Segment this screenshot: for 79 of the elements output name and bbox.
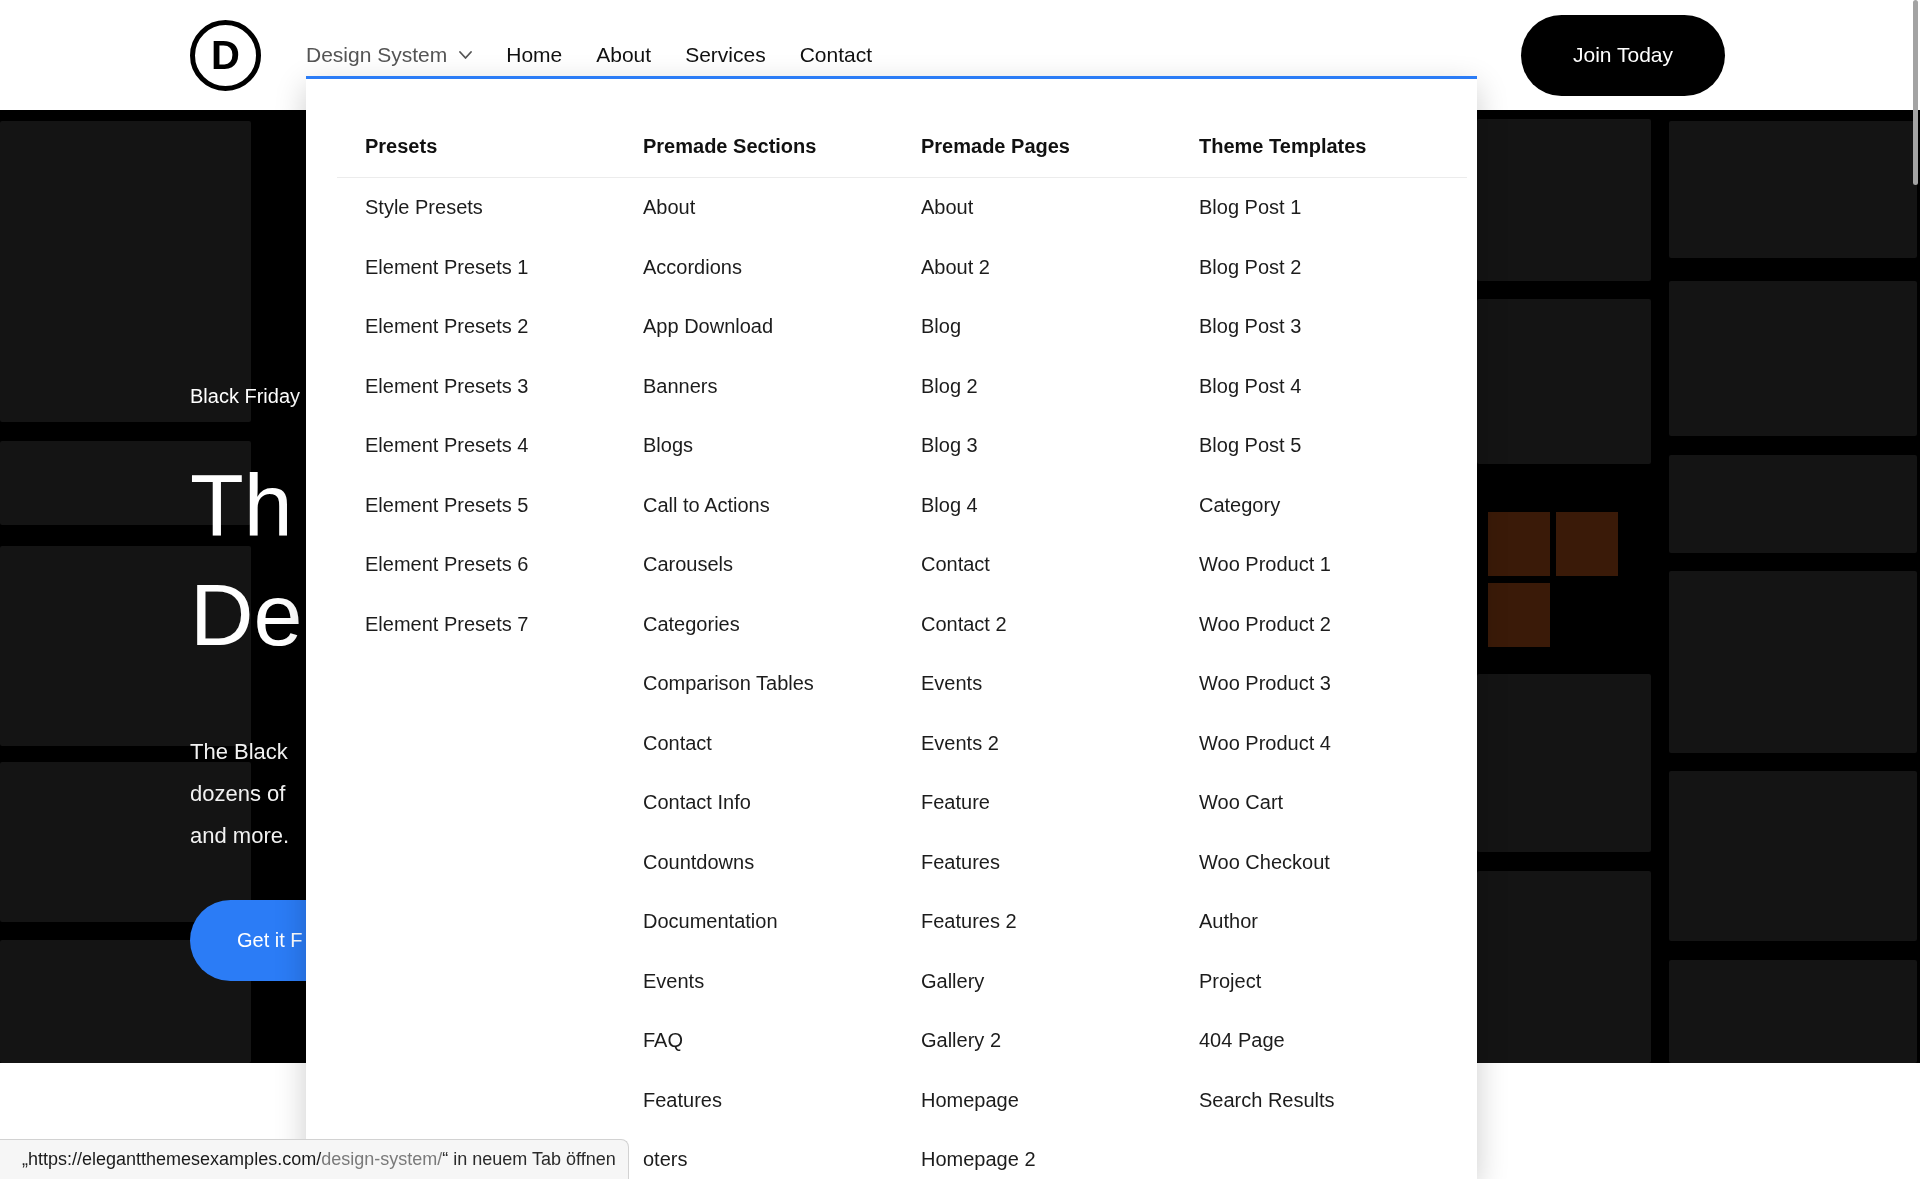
menu-item[interactable]: Accordions [643,254,742,279]
menu-item[interactable]: Events [643,968,705,993]
menu-item[interactable]: Element Presets 1 [365,254,529,279]
menu-item[interactable]: oters [643,1147,688,1171]
chevron-down-icon [459,51,473,59]
menu-item[interactable]: App Download [643,314,774,338]
preview-tile [1556,512,1618,576]
menu-item[interactable]: Blog Post 3 [1199,314,1302,338]
menu-item[interactable]: FAQ [643,1028,683,1052]
nav-link[interactable]: Contact [799,43,873,67]
menu-heading: Premade Pages [921,134,1070,158]
menu-item[interactable]: Features [643,1087,722,1112]
menu-item[interactable]: Documentation [643,909,778,933]
menu-item[interactable]: Features 2 [921,909,1017,933]
menu-item[interactable]: Features [921,849,1000,874]
menu-item[interactable]: Woo Product 1 [1199,552,1331,576]
menu-item[interactable]: About 2 [921,254,990,279]
cta-button[interactable]: Get it F [190,900,306,981]
menu-item[interactable]: Element Presets 5 [365,492,529,517]
tooltip-text: „https://elegantthemesexamples.com/design-system/“ in neuem Tab öffnen [22,1149,616,1170]
menu-item[interactable]: Carousels [643,552,734,576]
menu-item[interactable]: Contact [921,552,990,576]
menu-item[interactable]: Events [921,671,983,695]
menu-item[interactable]: About [921,195,974,219]
menu-item[interactable]: Woo Cart [1199,790,1284,814]
menu-item[interactable]: 404 Page [1199,1028,1285,1052]
menu-heading: Theme Templates [1199,134,1367,158]
menu-item[interactable]: Countdowns [643,849,755,874]
menu-item[interactable]: Element Presets 6 [365,552,529,576]
menu-item[interactable]: Banners [643,373,718,398]
menu-heading: Presets [365,134,438,158]
menu-item[interactable]: Element Presets 7 [365,611,529,636]
menu-item[interactable]: Blog 4 [921,492,978,517]
menu-item[interactable]: Homepage [921,1087,1019,1112]
menu-item[interactable]: Comparison Tables [643,671,814,695]
menu-item[interactable]: Blog Post 4 [1199,373,1302,398]
menu-item[interactable]: Element Presets 3 [365,373,529,398]
menu-item[interactable]: Blog [921,314,962,338]
menu-item[interactable]: Blog Post 2 [1199,254,1302,279]
menu-item[interactable]: Call to Actions [643,492,770,517]
menu-item[interactable]: Element Presets 4 [365,433,529,457]
menu-item[interactable]: Search Results [1199,1087,1335,1112]
menu-item[interactable]: Woo Product 4 [1199,730,1331,755]
nav-dropdown[interactable]: Design System [306,43,473,67]
scrollbar-thumb[interactable] [1913,0,1918,185]
nav-link[interactable]: Home [506,43,563,67]
menu-item[interactable]: Element Presets 2 [365,314,529,338]
menu-heading: Premade Sections [643,134,817,158]
menu-item[interactable]: About [643,195,696,219]
preview-tile [1488,512,1550,576]
logo: D [190,19,261,91]
menu-item[interactable]: Category [1199,492,1281,517]
menu-item[interactable]: Blog 3 [921,433,978,457]
menu-item[interactable]: Blog 2 [921,373,978,398]
menu-item[interactable]: Blog Post 1 [1199,195,1302,219]
menu-item[interactable]: Woo Product 3 [1199,671,1331,695]
menu-item[interactable]: Woo Product 2 [1199,611,1331,636]
nav-link[interactable]: Services [685,43,766,67]
menu-item[interactable]: Events 2 [921,730,999,755]
hero-title: Th De [190,454,303,666]
menu-item[interactable]: Woo Checkout [1199,849,1330,874]
menu-item[interactable]: Project [1199,968,1262,993]
menu-item[interactable]: Contact 2 [921,611,1007,636]
menu-item[interactable]: Contact [643,730,712,755]
menu-item[interactable]: Style Presets [365,195,483,219]
promo-label: Black Friday [190,384,301,409]
menu-item[interactable]: Categories [643,611,740,636]
hero-description: The Black dozens of and more. [190,738,290,850]
menu-item[interactable]: Gallery [921,968,985,993]
menu-item[interactable]: Contact Info [643,790,751,814]
menu-item[interactable]: Feature [921,790,990,814]
menu-item[interactable]: Blogs [643,433,694,457]
menu-item[interactable]: Homepage 2 [921,1147,1036,1171]
nav-link[interactable]: About [596,43,652,67]
menu-item[interactable]: Author [1199,909,1258,933]
menu-item[interactable]: Gallery 2 [921,1028,1002,1052]
menu-item[interactable]: Blog Post 5 [1199,433,1302,457]
preview-tile [1488,583,1550,647]
join-button[interactable]: Join Today [1521,14,1725,96]
